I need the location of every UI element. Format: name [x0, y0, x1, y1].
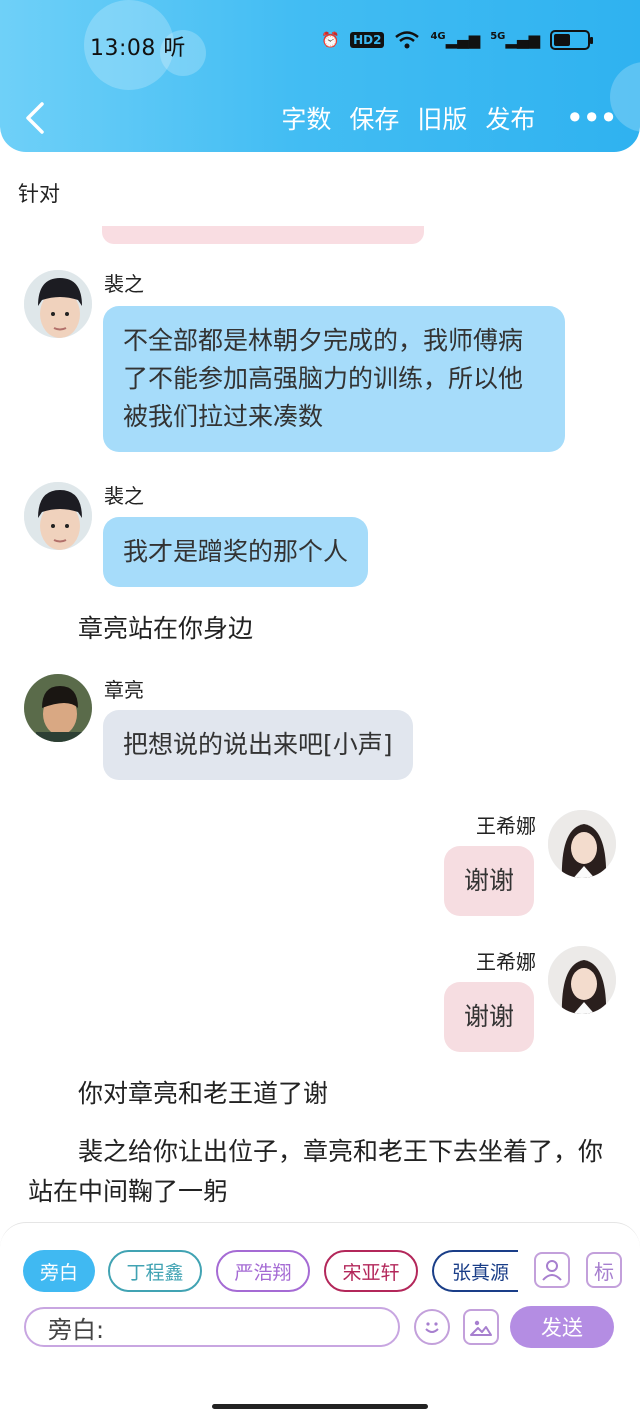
role-chip[interactable]: 宋亚轩	[324, 1250, 418, 1292]
contact-icon[interactable]	[534, 1252, 570, 1288]
avatar[interactable]	[546, 944, 618, 1016]
narration-text: 章亮站在你身边	[78, 614, 254, 643]
home-indicator	[212, 1404, 428, 1409]
role-chip[interactable]: 丁程鑫	[108, 1250, 202, 1292]
emoji-icon[interactable]	[414, 1309, 450, 1345]
sender-name: 王希娜	[476, 950, 536, 974]
wifi-icon	[395, 31, 420, 49]
message-bubble[interactable]: 我才是蹭奖的那个人	[103, 517, 369, 587]
sender-name: 王希娜	[476, 814, 536, 838]
message-bubble[interactable]: 不全部都是林朝夕完成的，我师傅病了不能参加高强脑力的训练，所以他被我们拉过来凑数	[103, 306, 565, 452]
avatar[interactable]	[22, 672, 94, 744]
sender-name: 章亮	[104, 678, 144, 702]
sender-name: 裴之	[104, 484, 144, 508]
sender-name: 裴之	[104, 272, 144, 296]
role-chip-narrator[interactable]: 旁白	[23, 1250, 95, 1292]
header-actions: 字数 保存 旧版 发布 •••	[281, 100, 618, 136]
publish-button[interactable]: 发布	[485, 100, 535, 136]
image-icon[interactable]	[463, 1309, 499, 1345]
truncated-bubble	[102, 226, 424, 244]
role-chip[interactable]: 张真源	[432, 1250, 518, 1292]
save-button[interactable]: 保存	[349, 100, 399, 136]
signal-5g-icon: 5G▂▄▆	[490, 31, 540, 49]
top-bar: 13:08 听 ⏰ HD2 4G▂▄▆ 5G▂▄▆ 字数 保存 旧版 发布 ••…	[0, 0, 640, 152]
signal-4g-icon: 4G▂▄▆	[430, 31, 481, 49]
message-bubble[interactable]: 把想说的说出来吧[小声]	[103, 710, 413, 780]
tag-button[interactable]: 标	[586, 1252, 622, 1288]
send-button[interactable]: 发送	[510, 1306, 614, 1348]
avatar[interactable]	[22, 268, 94, 340]
message-input[interactable]: 旁白:	[24, 1307, 400, 1347]
avatar[interactable]	[22, 480, 94, 552]
back-arrow-icon[interactable]	[20, 100, 50, 136]
status-time: 13:08 听	[90, 36, 186, 61]
word-count-button[interactable]: 字数	[281, 100, 331, 136]
narration-text: 你对章亮和老王道了谢	[78, 1079, 329, 1108]
context-label: 针对	[18, 182, 60, 206]
narration-text: 裴之给你让出位子，章亮和老王下去坐着了，你站在中间鞠了一躬	[28, 1137, 604, 1206]
battery-icon	[550, 30, 593, 50]
message-bubble[interactable]: 谢谢	[444, 846, 535, 916]
avatar[interactable]	[546, 808, 618, 880]
message-bubble[interactable]: 谢谢	[444, 982, 535, 1052]
alarm-icon: ⏰	[321, 31, 341, 49]
hd-icon: HD2	[350, 32, 385, 48]
role-chip[interactable]: 严浩翔	[216, 1250, 310, 1292]
old-version-button[interactable]: 旧版	[417, 100, 467, 136]
status-icons: ⏰ HD2 4G▂▄▆ 5G▂▄▆	[321, 30, 593, 50]
more-options-icon[interactable]: •••	[565, 102, 618, 134]
